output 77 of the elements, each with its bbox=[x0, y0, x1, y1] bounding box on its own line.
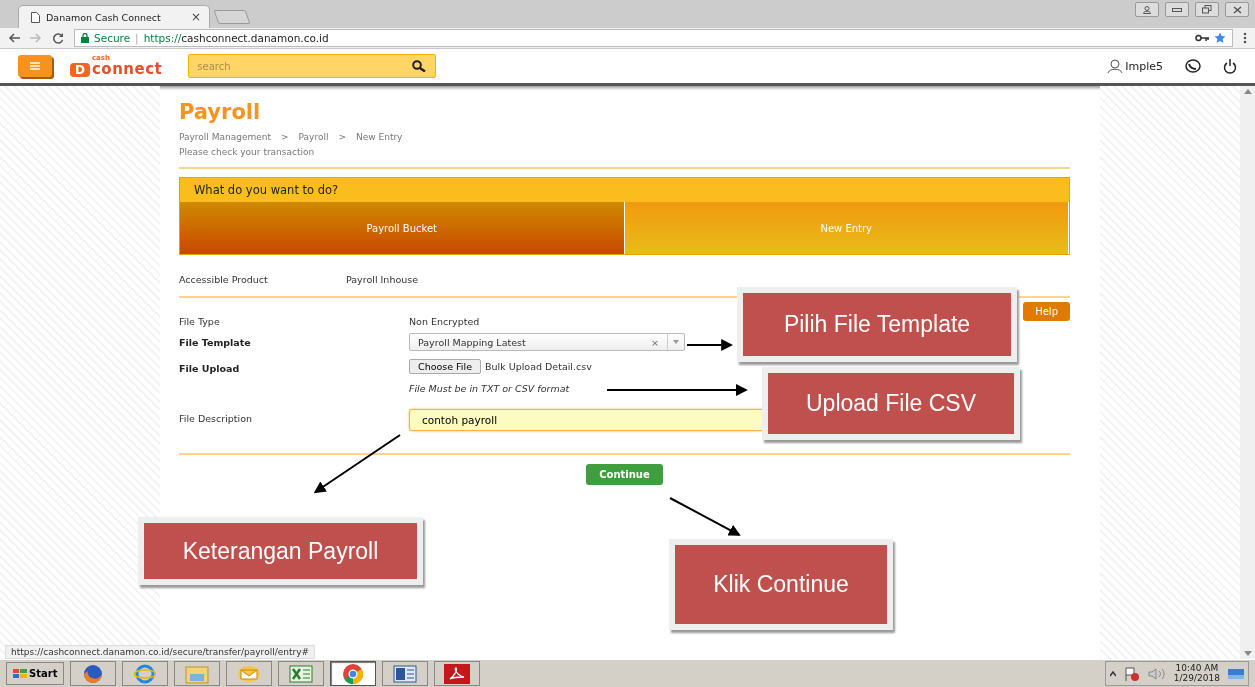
envelope-icon bbox=[237, 663, 262, 684]
profile-button[interactable] bbox=[1135, 2, 1159, 17]
taskbar-button[interactable] bbox=[330, 661, 377, 686]
reload-icon[interactable] bbox=[52, 32, 64, 44]
field-value: Non Encrypted bbox=[409, 315, 480, 327]
taskbar-button[interactable] bbox=[70, 661, 117, 686]
search-icon bbox=[412, 60, 427, 72]
scroll-down-icon[interactable] bbox=[1243, 651, 1252, 656]
browser-tab[interactable]: Danamon Cash Connect × bbox=[18, 5, 210, 28]
minimize-button[interactable] bbox=[1165, 2, 1189, 17]
back-icon[interactable] bbox=[8, 33, 20, 43]
callout-label: Upload File CSV bbox=[762, 367, 1020, 440]
page-icon bbox=[31, 11, 40, 23]
pdf-icon bbox=[444, 663, 471, 684]
chevron-up-icon[interactable] bbox=[1109, 670, 1116, 677]
field-label: File Type bbox=[179, 315, 221, 327]
globe-icon bbox=[82, 663, 105, 684]
arrow bbox=[686, 339, 734, 351]
show-desktop-icon[interactable] bbox=[1228, 668, 1244, 679]
file-name: Bulk Upload Detail.csv bbox=[485, 361, 592, 372]
field-label: File Upload bbox=[179, 362, 241, 374]
windows-flag-icon bbox=[13, 668, 27, 679]
document-icon bbox=[393, 663, 418, 684]
field-label: Accessible Product bbox=[179, 274, 269, 285]
callout-label: Klik Continue bbox=[669, 539, 893, 630]
key-icon[interactable] bbox=[1195, 34, 1209, 42]
person-icon bbox=[1143, 5, 1151, 14]
star-icon[interactable] bbox=[1214, 32, 1226, 44]
arrow bbox=[669, 497, 741, 536]
secure-label: Secure bbox=[94, 32, 131, 44]
user-menu[interactable]: Imple5 bbox=[1107, 59, 1163, 73]
field-label: File Template bbox=[179, 336, 252, 348]
minimize-icon bbox=[1172, 7, 1182, 12]
breadcrumb-item[interactable]: Payroll bbox=[298, 132, 329, 142]
status-url: https://cashconnect.danamon.co.id/secure/transfer/payroll/entry# bbox=[5, 645, 315, 659]
folder-icon bbox=[185, 663, 210, 684]
phone-icon[interactable] bbox=[1185, 59, 1201, 73]
page-subtitle: Please check your transaction bbox=[179, 147, 316, 157]
caret-icon bbox=[673, 340, 679, 344]
breadcrumb-separator: > bbox=[281, 132, 289, 142]
page-title: Payroll bbox=[179, 100, 262, 124]
menu-icon bbox=[30, 62, 40, 70]
choose-file-button[interactable]: Choose File bbox=[409, 359, 481, 374]
description-field[interactable]: contoh payroll bbox=[409, 409, 765, 431]
breadcrumb-item[interactable]: Payroll Management bbox=[179, 132, 272, 142]
field-label: File Description bbox=[179, 412, 254, 424]
start-button[interactable]: Start bbox=[6, 662, 65, 685]
taskbar-button[interactable] bbox=[434, 661, 481, 686]
more-icon[interactable] bbox=[1243, 32, 1247, 44]
user-icon bbox=[1107, 59, 1124, 73]
action-tab[interactable]: Payroll Bucket bbox=[180, 202, 625, 254]
flag-icon[interactable] bbox=[1123, 666, 1140, 681]
breadcrumb-separator: > bbox=[338, 132, 346, 142]
url-text: https://cashconnect.danamon.co.id bbox=[143, 32, 330, 44]
callout-label: Pilih File Template bbox=[737, 287, 1017, 362]
taskbar-button[interactable] bbox=[382, 661, 429, 686]
power-icon[interactable] bbox=[1223, 58, 1237, 74]
lock-icon bbox=[81, 33, 89, 43]
taskbar-button[interactable] bbox=[226, 661, 273, 686]
taskbar-button[interactable] bbox=[278, 661, 325, 686]
breadcrumb-item[interactable]: New Entry bbox=[356, 132, 403, 142]
restore-icon bbox=[1202, 5, 1212, 14]
close-button[interactable] bbox=[1225, 2, 1249, 17]
format-hint: File Must be in TXT or CSV format bbox=[409, 383, 571, 394]
search-field[interactable]: search bbox=[188, 54, 437, 78]
globe-icon bbox=[134, 663, 157, 684]
separator-text: | bbox=[135, 32, 139, 44]
scroll-up-icon[interactable] bbox=[1243, 89, 1252, 94]
callout-label: Keterangan Payroll bbox=[138, 517, 423, 585]
field-value: Payroll Inhouse bbox=[346, 274, 419, 285]
template-dropdown[interactable]: Payroll Mapping Latest × bbox=[409, 333, 685, 351]
close-icon bbox=[1232, 5, 1242, 14]
restore-button[interactable] bbox=[1195, 2, 1219, 17]
spreadsheet-icon bbox=[289, 663, 314, 684]
browser-icon bbox=[342, 662, 365, 685]
address-bar[interactable]: Secure | https://cashconnect.danamon.co.id bbox=[74, 29, 1233, 47]
panel-heading: What do you want to do? bbox=[180, 178, 1069, 202]
